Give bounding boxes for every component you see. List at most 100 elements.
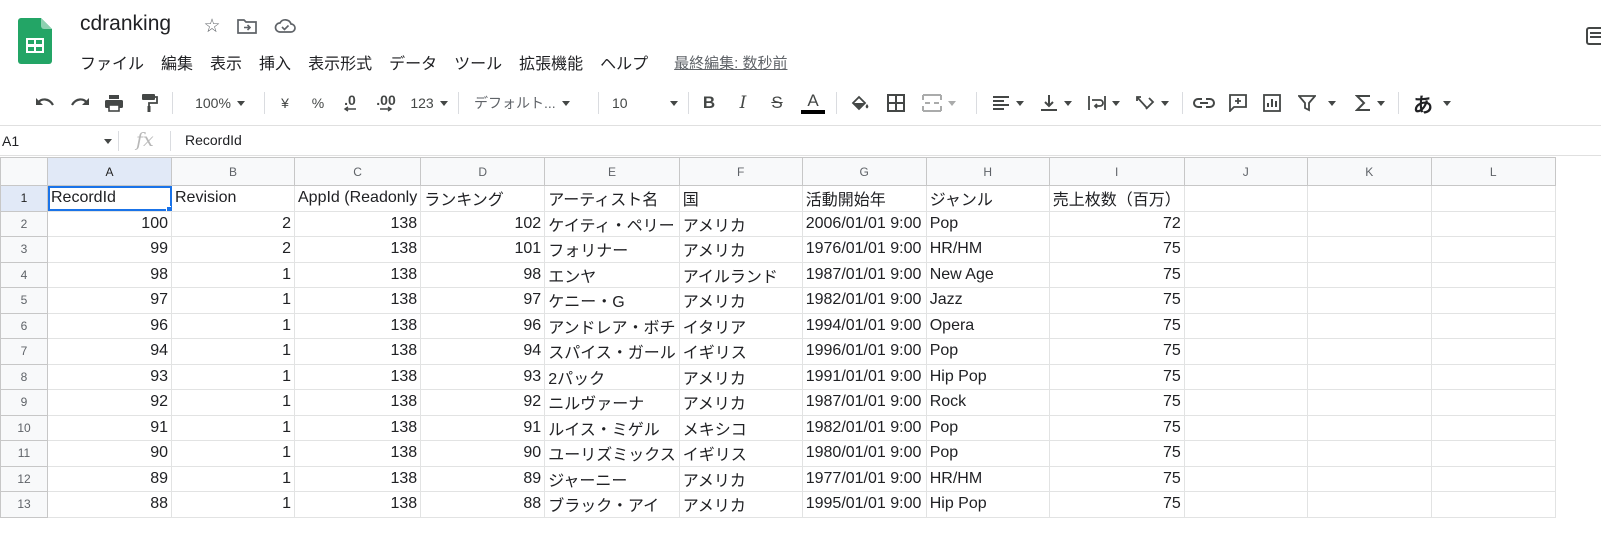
row-header[interactable]: 2 [0, 210, 48, 237]
row-header[interactable]: 5 [0, 287, 48, 314]
cell-j12[interactable] [1183, 465, 1308, 492]
cell-d12[interactable]: 89 [420, 465, 546, 492]
cell-a8[interactable]: 93 [47, 363, 172, 390]
cell-f8[interactable]: アメリカ [678, 363, 803, 390]
cell-a5[interactable]: 97 [47, 287, 172, 314]
cell-f3[interactable]: アメリカ [678, 236, 803, 263]
undo-icon[interactable] [32, 90, 58, 116]
comments-icon[interactable] [1585, 26, 1601, 46]
fill-color-icon[interactable] [848, 90, 872, 116]
cell-e1[interactable]: アーティスト名 [544, 185, 680, 212]
cell-g7[interactable]: 1996/01/01 9:00 [801, 338, 927, 365]
cell-l10[interactable] [1430, 414, 1556, 441]
menu-help[interactable]: ヘルプ [600, 50, 648, 74]
cell-j8[interactable] [1183, 363, 1308, 390]
cell-f2[interactable]: アメリカ [678, 210, 803, 237]
cell-l3[interactable] [1430, 236, 1556, 263]
cell-k1[interactable] [1306, 185, 1432, 212]
font-size-select[interactable]: 10 [612, 90, 678, 116]
cell-f1[interactable]: 国 [678, 185, 803, 212]
cell-d13[interactable]: 88 [420, 491, 546, 518]
cell-d1[interactable]: ランキング [420, 185, 546, 212]
cell-i8[interactable]: 75 [1048, 363, 1185, 390]
cell-a7[interactable]: 94 [47, 338, 172, 365]
cell-g2[interactable]: 2006/01/01 9:00 [801, 210, 927, 237]
cell-l6[interactable] [1430, 312, 1556, 339]
cell-j2[interactable] [1183, 210, 1308, 237]
cell-b9[interactable]: 1 [171, 389, 295, 416]
cell-d9[interactable]: 92 [420, 389, 546, 416]
vertical-align-icon[interactable] [1036, 90, 1076, 116]
cell-l7[interactable] [1430, 338, 1556, 365]
row-header[interactable]: 11 [0, 440, 48, 467]
cell-a13[interactable]: 88 [47, 491, 172, 518]
cell-l1[interactable] [1430, 185, 1556, 212]
cell-k10[interactable] [1306, 414, 1432, 441]
cell-e11[interactable]: ユーリズミックス [544, 440, 680, 467]
row-header[interactable]: 6 [0, 312, 48, 339]
cell-c2[interactable]: 138 [293, 210, 422, 237]
cell-i12[interactable]: 75 [1048, 465, 1185, 492]
cell-f11[interactable]: イギリス [678, 440, 803, 467]
cell-l2[interactable] [1430, 210, 1556, 237]
cell-d3[interactable]: 101 [420, 236, 546, 263]
cell-b6[interactable]: 1 [171, 312, 295, 339]
cell-i6[interactable]: 75 [1048, 312, 1185, 339]
cell-e8[interactable]: 2パック [544, 363, 680, 390]
cell-b13[interactable]: 1 [171, 491, 295, 518]
cloud-saved-icon[interactable] [274, 15, 296, 37]
cell-d2[interactable]: 102 [420, 210, 546, 237]
cell-i11[interactable]: 75 [1048, 440, 1185, 467]
cell-c7[interactable]: 138 [293, 338, 422, 365]
row-header[interactable]: 8 [0, 363, 48, 390]
row-header[interactable]: 7 [0, 338, 48, 365]
menu-format[interactable]: 表示形式 [308, 50, 372, 74]
cell-k3[interactable] [1306, 236, 1432, 263]
row-header[interactable]: 9 [0, 389, 48, 416]
cell-i7[interactable]: 75 [1048, 338, 1185, 365]
cell-h7[interactable]: Pop [925, 338, 1050, 365]
cell-j7[interactable] [1183, 338, 1308, 365]
cell-l11[interactable] [1430, 440, 1556, 467]
cell-b8[interactable]: 1 [171, 363, 295, 390]
cell-a1[interactable]: RecordId [47, 185, 172, 212]
cell-d5[interactable]: 97 [420, 287, 546, 314]
column-header-d[interactable]: D [420, 157, 546, 186]
cell-f9[interactable]: アメリカ [678, 389, 803, 416]
menu-extensions[interactable]: 拡張機能 [519, 50, 583, 74]
cell-e4[interactable]: エンヤ [544, 261, 680, 288]
cell-a10[interactable]: 91 [47, 414, 172, 441]
name-box[interactable]: A1 [0, 126, 118, 156]
cell-h2[interactable]: Pop [925, 210, 1050, 237]
text-rotation-icon[interactable] [1132, 90, 1172, 116]
cell-g9[interactable]: 1987/01/01 9:00 [801, 389, 927, 416]
column-header-g[interactable]: G [801, 157, 927, 186]
cell-e9[interactable]: ニルヴァーナ [544, 389, 680, 416]
cell-b1[interactable]: Revision [171, 185, 295, 212]
cell-b3[interactable]: 2 [171, 236, 295, 263]
cell-g6[interactable]: 1994/01/01 9:00 [801, 312, 927, 339]
cell-g8[interactable]: 1991/01/01 9:00 [801, 363, 927, 390]
cell-b4[interactable]: 1 [171, 261, 295, 288]
row-header[interactable]: 3 [0, 236, 48, 263]
cell-c5[interactable]: 138 [293, 287, 422, 314]
italic-button[interactable]: I [732, 90, 754, 116]
functions-icon[interactable] [1350, 90, 1390, 116]
cell-l13[interactable] [1430, 491, 1556, 518]
cell-h3[interactable]: HR/HM [925, 236, 1050, 263]
column-header-a[interactable]: A [47, 157, 172, 186]
cell-g5[interactable]: 1982/01/01 9:00 [801, 287, 927, 314]
cell-c9[interactable]: 138 [293, 389, 422, 416]
cell-d4[interactable]: 98 [420, 261, 546, 288]
cell-b12[interactable]: 1 [171, 465, 295, 492]
cell-e12[interactable]: ジャーニー [544, 465, 680, 492]
cell-i4[interactable]: 75 [1048, 261, 1185, 288]
cell-g12[interactable]: 1977/01/01 9:00 [801, 465, 927, 492]
cell-b2[interactable]: 2 [171, 210, 295, 237]
cell-h13[interactable]: Hip Pop [925, 491, 1050, 518]
column-header-f[interactable]: F [678, 157, 803, 186]
cell-l4[interactable] [1430, 261, 1556, 288]
row-header[interactable]: 13 [0, 491, 48, 518]
cell-e6[interactable]: アンドレア・ボチ [544, 312, 680, 339]
column-header-h[interactable]: H [925, 157, 1050, 186]
